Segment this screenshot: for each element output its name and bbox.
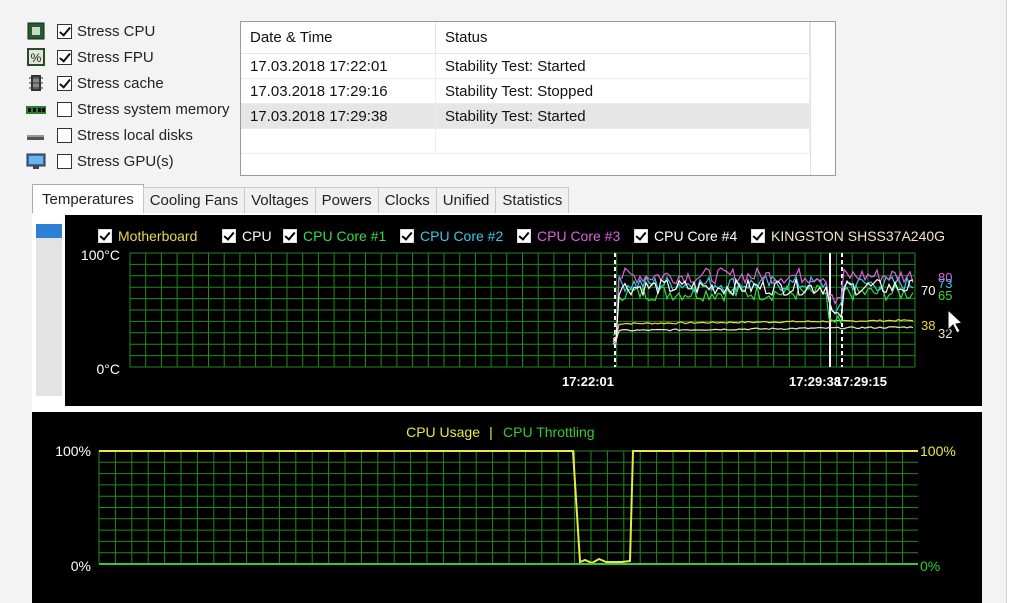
cpu-usage-graph: CPU Usage | CPU Throttling 100% 0% 100% … xyxy=(32,412,982,603)
stress-gpu-option[interactable]: Stress GPU(s) xyxy=(26,150,174,172)
throttling-title: CPU Throttling xyxy=(503,424,595,440)
legend-cpu-core-4[interactable]: CPU Core #4 xyxy=(634,226,737,246)
log-datetime: 17.03.2018 17:29:16 xyxy=(241,78,436,104)
stress-disks-label: Stress local disks xyxy=(77,126,193,144)
time-label-stop: 17:29:15 xyxy=(835,374,887,389)
stress-memory-checkbox[interactable] xyxy=(57,101,72,117)
log-row[interactable]: 17.03.2018 17:29:16 Stability Test: Stop… xyxy=(241,78,810,104)
stress-cpu-checkbox[interactable] xyxy=(57,23,72,39)
legend-checkbox[interactable] xyxy=(98,229,112,243)
column-header-date-time[interactable]: Date & Time xyxy=(241,22,436,54)
usage-title-separator: | xyxy=(489,424,493,440)
log-row-empty xyxy=(241,128,810,154)
stress-cache-label: Stress cache xyxy=(77,74,164,92)
stress-fpu-checkbox[interactable] xyxy=(57,49,72,65)
memory-module-icon xyxy=(26,100,46,118)
log-scrollbar[interactable] xyxy=(810,22,835,175)
legend-label: CPU Core #3 xyxy=(537,228,621,244)
disk-drive-icon xyxy=(26,126,46,144)
column-header-status[interactable]: Status xyxy=(435,22,810,54)
stress-gpu-label: Stress GPU(s) xyxy=(77,152,174,170)
tab-powers[interactable]: Powers xyxy=(314,187,379,213)
legend-label: CPU Core #4 xyxy=(654,228,738,244)
usage-title: CPU Usage xyxy=(406,424,480,440)
end-value-motherboard: 38 xyxy=(921,318,935,333)
stress-disks-checkbox[interactable] xyxy=(57,127,72,143)
end-value-cpu: 70 xyxy=(921,283,935,298)
legend-label: CPU Core #2 xyxy=(420,228,504,244)
legend-kingston[interactable]: KINGSTON SHSS37A240G xyxy=(751,226,945,246)
usage-y-top-right: 100% xyxy=(920,443,956,459)
legend-checkbox[interactable] xyxy=(283,229,297,243)
test-log-table[interactable]: Date & Time Status 17.03.2018 17:22:01 S… xyxy=(240,21,836,176)
usage-y-top-left: 100% xyxy=(55,443,91,459)
log-datetime: 17.03.2018 17:29:38 xyxy=(241,103,436,129)
stress-cpu-label: Stress CPU xyxy=(77,22,156,40)
legend-label: Motherboard xyxy=(118,228,198,244)
log-row[interactable]: 17.03.2018 17:22:01 Stability Test: Star… xyxy=(241,53,810,79)
log-status: Stability Test: Started xyxy=(435,53,810,79)
legend-checkbox[interactable] xyxy=(222,229,236,243)
graph-selector-list[interactable] xyxy=(36,224,62,396)
log-status: Stability Test: Stopped xyxy=(435,78,810,104)
legend-cpu-core-2[interactable]: CPU Core #2 xyxy=(400,226,503,246)
temp-y-bottom-label: 0°C xyxy=(97,361,121,377)
stress-memory-option[interactable]: Stress system memory xyxy=(26,98,230,120)
tab-statistics[interactable]: Statistics xyxy=(495,187,570,213)
legend-checkbox[interactable] xyxy=(400,229,414,243)
graph-selector-selected[interactable] xyxy=(36,224,62,238)
legend-cpu-core-3[interactable]: CPU Core #3 xyxy=(517,226,620,246)
sensor-tabs: Temperatures Cooling Fans Voltages Power… xyxy=(32,184,570,213)
legend-label: KINGSTON SHSS37A240G xyxy=(771,228,946,244)
legend-checkbox[interactable] xyxy=(634,229,648,243)
log-header-row: Date & Time Status xyxy=(241,22,810,54)
percent-fpu-icon: % xyxy=(26,48,46,66)
legend-motherboard[interactable]: Motherboard xyxy=(98,226,197,246)
tab-clocks[interactable]: Clocks xyxy=(377,187,437,213)
stress-fpu-label: Stress FPU xyxy=(77,48,154,66)
legend-label: CPU xyxy=(242,228,272,244)
log-status: Stability Test: Started xyxy=(435,103,810,129)
legend-checkbox[interactable] xyxy=(751,229,765,243)
log-row-selected[interactable]: 17.03.2018 17:29:38 Stability Test: Star… xyxy=(241,103,810,129)
log-datetime: 17.03.2018 17:22:01 xyxy=(241,53,436,79)
stress-fpu-option[interactable]: % Stress FPU xyxy=(26,46,154,68)
temp-y-top-label: 100°C xyxy=(81,247,120,263)
usage-y-bottom-left: 0% xyxy=(71,558,91,574)
tab-voltages[interactable]: Voltages xyxy=(244,187,316,213)
stress-cache-option[interactable]: Stress cache xyxy=(26,72,164,94)
monitor-gpu-icon xyxy=(26,152,46,170)
usage-y-bottom-right: 0% xyxy=(920,558,940,574)
tab-temperatures[interactable]: Temperatures xyxy=(32,184,144,213)
stress-cache-checkbox[interactable] xyxy=(57,75,72,91)
tab-cooling-fans[interactable]: Cooling Fans xyxy=(142,187,246,213)
time-label-restart: 17:29:38 xyxy=(789,374,841,389)
cache-chip-icon xyxy=(26,74,46,92)
legend-cpu[interactable]: CPU xyxy=(222,226,272,246)
legend-checkbox[interactable] xyxy=(517,229,531,243)
legend-cpu-core-1[interactable]: CPU Core #1 xyxy=(283,226,386,246)
stress-cpu-option[interactable]: Stress CPU xyxy=(26,20,155,42)
svg-text:%: % xyxy=(31,51,42,65)
legend-label: CPU Core #1 xyxy=(303,228,387,244)
stress-memory-label: Stress system memory xyxy=(77,100,230,118)
end-value-core1: 65 xyxy=(938,288,952,303)
time-label-start: 17:22:01 xyxy=(562,374,614,389)
tab-unified[interactable]: Unified xyxy=(435,187,497,213)
stress-disks-option[interactable]: Stress local disks xyxy=(26,124,193,146)
stress-gpu-checkbox[interactable] xyxy=(57,153,72,169)
cpu-chip-icon xyxy=(26,22,46,40)
